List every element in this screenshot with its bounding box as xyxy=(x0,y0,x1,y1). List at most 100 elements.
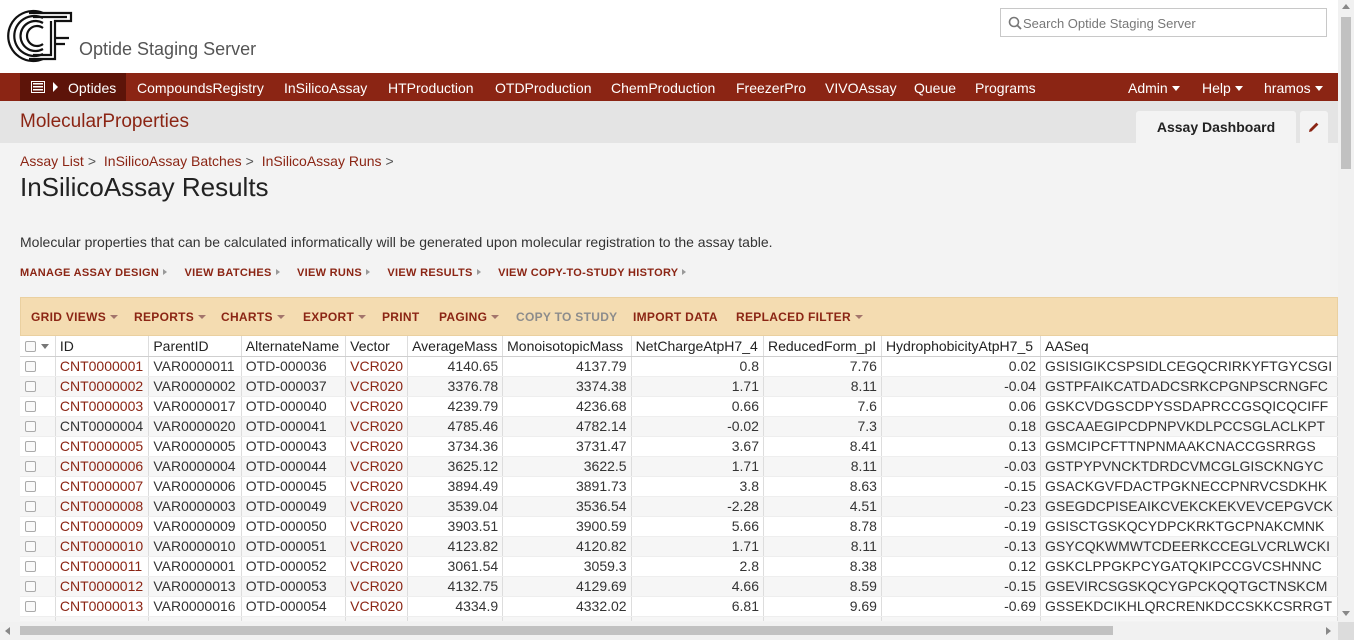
site-title[interactable]: Optide Staging Server xyxy=(79,39,256,60)
nav-compoundsregistry[interactable]: CompoundsRegistry xyxy=(137,80,264,96)
assay-dashboard-tab[interactable]: Assay Dashboard xyxy=(1136,111,1296,143)
table-row[interactable]: CNT0000003 VAR0000017 OTD-000040 VCR020 4239… xyxy=(20,396,1338,417)
paging-button[interactable]: PAGING xyxy=(439,310,500,324)
view-runs-link[interactable]: VIEW RUNS xyxy=(297,267,371,279)
row-checkbox[interactable] xyxy=(25,461,36,472)
nav-admin-menu[interactable]: Admin xyxy=(1128,80,1180,96)
import-data-button[interactable]: IMPORT DATA xyxy=(633,310,718,324)
horizontal-scrollbar[interactable] xyxy=(0,622,1338,640)
vector-link[interactable]: VCR020 xyxy=(345,536,409,557)
table-row[interactable]: CNT0000008 VAR0000003 OTD-000049 VCR020 3539… xyxy=(20,496,1338,517)
scroll-left-icon[interactable] xyxy=(5,627,10,635)
nav-user-menu[interactable]: hramos xyxy=(1264,80,1323,96)
nav-programs[interactable]: Programs xyxy=(975,80,1036,96)
search-box[interactable] xyxy=(1000,8,1327,37)
id-link[interactable]: CNT0000004 xyxy=(55,416,150,437)
row-select-cell[interactable] xyxy=(20,356,56,377)
row-checkbox[interactable] xyxy=(25,361,36,372)
row-select-cell[interactable] xyxy=(20,396,56,417)
table-row[interactable]: CNT0000005 VAR0000005 OTD-000043 VCR020 3734… xyxy=(20,436,1338,457)
table-row[interactable]: CNT0000007 VAR0000006 OTD-000045 VCR020 3894… xyxy=(20,476,1338,497)
column-header[interactable]: AASeq xyxy=(1040,336,1338,357)
view-results-link[interactable]: VIEW RESULTS xyxy=(387,267,481,279)
scroll-up-icon[interactable] xyxy=(1342,4,1350,9)
row-select-cell[interactable] xyxy=(20,496,56,517)
row-checkbox[interactable] xyxy=(25,521,36,532)
nav-help-menu[interactable]: Help xyxy=(1202,80,1243,96)
vector-link[interactable]: VCR020 xyxy=(345,496,409,517)
scroll-right-icon[interactable] xyxy=(1326,627,1331,635)
column-header[interactable]: Vector xyxy=(345,336,409,357)
row-select-cell[interactable] xyxy=(20,576,56,597)
nav-queue[interactable]: Queue xyxy=(914,80,956,96)
manage-assay-design-link[interactable]: MANAGE ASSAY DESIGN xyxy=(20,267,168,279)
table-row[interactable]: CNT0000004 VAR0000020 OTD-000041 VCR020 4785… xyxy=(20,416,1338,437)
row-checkbox[interactable] xyxy=(25,541,36,552)
table-row[interactable]: CNT0000011 VAR0000001 OTD-000052 VCR020 3061… xyxy=(20,556,1338,577)
row-select-cell[interactable] xyxy=(20,516,56,537)
vector-link[interactable]: VCR020 xyxy=(345,376,409,397)
id-link[interactable]: CNT0000001 xyxy=(55,356,150,377)
vector-link[interactable]: VCR020 xyxy=(345,416,409,437)
id-link[interactable]: CNT0000002 xyxy=(55,376,150,397)
breadcrumb-insilicoassay-runs[interactable]: InSilicoAssay Runs xyxy=(262,153,382,169)
export-button[interactable]: EXPORT xyxy=(303,310,367,324)
row-select-cell[interactable] xyxy=(20,536,56,557)
vertical-scroll-thumb[interactable] xyxy=(1341,17,1351,169)
table-row[interactable]: CNT0000002 VAR0000002 OTD-000037 VCR020 3376… xyxy=(20,376,1338,397)
row-select-cell[interactable] xyxy=(20,596,56,617)
row-checkbox[interactable] xyxy=(25,561,36,572)
id-link[interactable]: CNT0000014 xyxy=(55,616,150,621)
id-link[interactable]: CNT0000007 xyxy=(55,476,150,497)
reports-button[interactable]: REPORTS xyxy=(134,310,207,324)
row-select-cell[interactable] xyxy=(20,436,56,457)
nav-otdproduction[interactable]: OTDProduction xyxy=(495,80,591,96)
vector-link[interactable]: VCR020 xyxy=(345,616,409,621)
row-select-cell[interactable] xyxy=(20,616,56,621)
vector-link[interactable]: VCR020 xyxy=(345,556,409,577)
column-header[interactable]: AlternateName xyxy=(241,336,347,357)
chevron-down-icon[interactable] xyxy=(41,343,49,349)
select-all-cell[interactable] xyxy=(20,336,56,357)
row-checkbox[interactable] xyxy=(25,441,36,452)
breadcrumb-insilicoassay-batches[interactable]: InSilicoAssay Batches xyxy=(104,153,242,169)
view-batches-link[interactable]: VIEW BATCHES xyxy=(185,267,280,279)
row-checkbox[interactable] xyxy=(25,601,36,612)
column-header[interactable]: ParentID xyxy=(148,336,242,357)
table-row[interactable]: CNT0000012 VAR0000013 OTD-000053 VCR020 4132… xyxy=(20,576,1338,597)
row-checkbox[interactable] xyxy=(25,421,36,432)
nav-chemproduction[interactable]: ChemProduction xyxy=(611,80,715,96)
row-checkbox[interactable] xyxy=(25,381,36,392)
scroll-down-icon[interactable] xyxy=(1342,611,1350,616)
nav-freezerpro[interactable]: FreezerPro xyxy=(736,80,806,96)
vector-link[interactable]: VCR020 xyxy=(345,596,409,617)
replaced-filter-button[interactable]: REPLACED FILTER xyxy=(736,310,863,324)
vector-link[interactable]: VCR020 xyxy=(345,516,409,537)
column-header[interactable]: ReducedForm_pI xyxy=(763,336,882,357)
vector-link[interactable]: VCR020 xyxy=(345,456,409,477)
row-checkbox[interactable] xyxy=(25,401,36,412)
column-header[interactable]: ID xyxy=(55,336,150,357)
column-header[interactable]: HydrophobicityAtpH7_5 xyxy=(881,336,1042,357)
row-select-cell[interactable] xyxy=(20,376,56,397)
print-button[interactable]: PRINT xyxy=(382,310,420,324)
nav-vivoassay[interactable]: VIVOAssay xyxy=(825,80,897,96)
table-row[interactable]: CNT0000013 VAR0000016 OTD-000054 VCR020 4334… xyxy=(20,596,1338,617)
edit-button[interactable] xyxy=(1300,111,1328,143)
table-row[interactable]: CNT0000010 VAR0000010 OTD-000051 VCR020 4123… xyxy=(20,536,1338,557)
vector-link[interactable]: VCR020 xyxy=(345,576,409,597)
id-link[interactable]: CNT0000011 xyxy=(55,556,150,577)
charts-button[interactable]: CHARTS xyxy=(221,310,285,324)
row-select-cell[interactable] xyxy=(20,556,56,577)
breadcrumb-assay-list[interactable]: Assay List xyxy=(20,153,84,169)
column-header[interactable]: MonoisotopicMass xyxy=(502,336,632,357)
table-row[interactable]: CNT0000006 VAR0000004 OTD-000044 VCR020 3625… xyxy=(20,456,1338,477)
vector-link[interactable]: VCR020 xyxy=(345,436,409,457)
id-link[interactable]: CNT0000005 xyxy=(55,436,150,457)
vector-link[interactable]: VCR020 xyxy=(345,396,409,417)
table-row[interactable]: CNT0000001 VAR0000011 OTD-000036 VCR020 4140… xyxy=(20,356,1338,377)
search-input[interactable] xyxy=(1023,13,1321,33)
id-link[interactable]: CNT0000009 xyxy=(55,516,150,537)
id-link[interactable]: CNT0000003 xyxy=(55,396,150,417)
id-link[interactable]: CNT0000008 xyxy=(55,496,150,517)
